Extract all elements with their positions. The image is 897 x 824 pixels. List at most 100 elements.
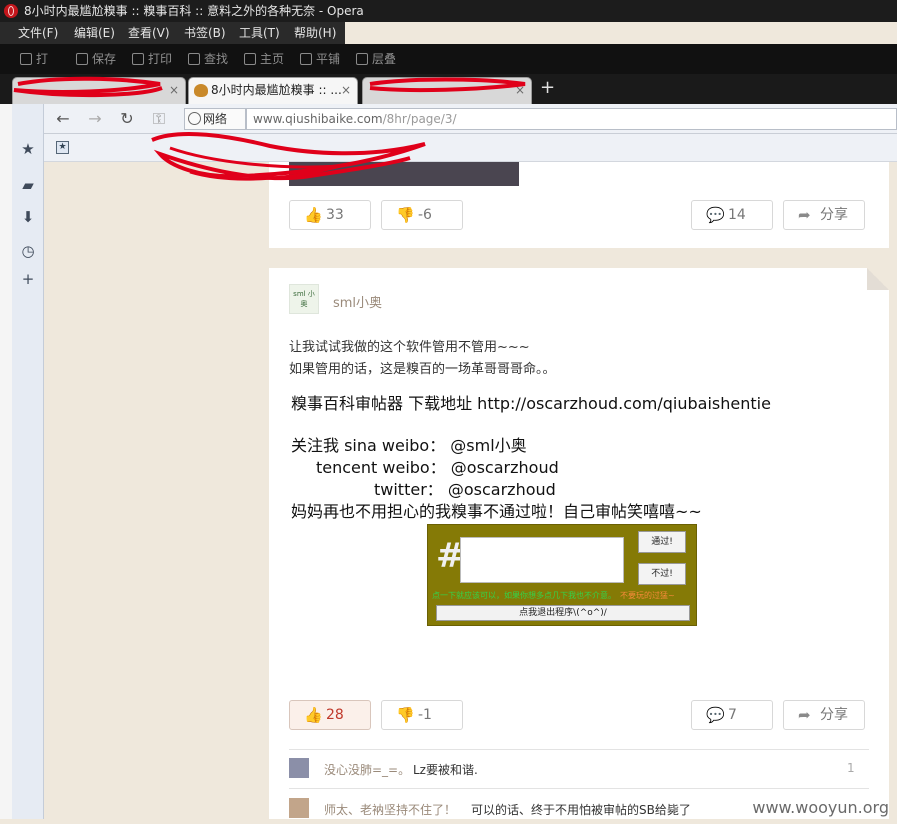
address-field[interactable]: www.qiushibaike.com/8hr/page/3/ [246, 108, 897, 130]
tab-label: 8小时内最尴尬糗事 :: ... [211, 83, 342, 97]
bookmarks-star-icon[interactable]: ★ [19, 140, 37, 158]
thumbs-up-icon: 👍 [304, 706, 323, 724]
close-tab-icon[interactable]: × [515, 78, 525, 103]
history-clock-icon[interactable]: ◷ [19, 242, 37, 260]
wand-key-icon[interactable]: ⚿ [148, 108, 170, 130]
bookmarks-bar: ★ [44, 134, 897, 162]
post-image-text: twitter： @oscarzhoud [374, 480, 556, 499]
upvote-count: 33 [326, 207, 344, 223]
comment-author[interactable]: 没心没肺=_=。 [324, 761, 410, 778]
toolbar-home-button[interactable]: 主页 [244, 51, 284, 67]
share-label: 分享 [820, 707, 848, 723]
comment-text: 可以的话、终于不用怕被审帖的SB给毙了 [471, 803, 691, 817]
upvote-count: 28 [326, 707, 344, 723]
comments-divider [289, 749, 869, 750]
menu-bookmarks[interactable]: 书签(B) [184, 22, 226, 44]
address-path: /8hr/page/3/ [382, 112, 457, 126]
tile-icon [300, 53, 312, 65]
toolbar-cascade-label: 层叠 [372, 52, 397, 66]
post-text-line: 如果管用的话，这是糗百的一场革哥哥哥命。。 [289, 362, 556, 377]
post-author[interactable]: sml小奥 [333, 292, 382, 311]
open-icon [20, 53, 32, 65]
notes-icon[interactable]: ▰ [19, 176, 37, 194]
post-image-text: 糗事百科审帖器 下载地址 http://oscarzhoud.com/qiuba… [291, 394, 771, 413]
comment-avatar[interactable] [289, 798, 309, 818]
downvote-button[interactable]: 👎 -1 [381, 700, 463, 730]
thumbs-up-icon: 👍 [304, 206, 323, 224]
address-domain: www.qiushibaike.com [253, 112, 383, 126]
downvote-count: -6 [418, 207, 432, 223]
new-tab-button[interactable]: + [540, 77, 555, 99]
comment-count: 14 [728, 207, 746, 223]
toolbar-print-button[interactable]: 打印 [132, 51, 172, 67]
menu-file[interactable]: 文件(F) [18, 22, 58, 44]
reload-icon[interactable]: ↻ [116, 108, 138, 130]
save-icon [76, 53, 88, 65]
tab-bar: × 8小时内最尴尬糗事 :: ... × × + [0, 74, 897, 104]
app-fail-button: 不过! [638, 563, 686, 585]
post-card: sml 小奥 sml小奥 让我试试我做的这个软件管用不管用~~~ 如果管用的话，… [269, 268, 889, 819]
find-icon [188, 53, 200, 65]
share-button[interactable]: ➦ 分享 [783, 200, 865, 230]
post-image-text: 关注我 sina weibo： @sml小奥 [291, 436, 527, 455]
app-exit-button: 点我退出程序\(^o^)/ [436, 605, 690, 621]
downvote-count: -1 [418, 707, 432, 723]
comment-item: 没心没肺=_=。 Lz要被和谐. 1 [289, 758, 869, 784]
toolbar-tile-label: 平铺 [316, 52, 341, 66]
menu-edit[interactable]: 编辑(E) [74, 22, 115, 44]
app-hint: 点一下就应该可以，如果你想多点几下我也不介意。 不要玩的过猛~ [432, 590, 675, 601]
app-pass-button: 通过! [638, 531, 686, 553]
tab-qiushibaike[interactable]: 8小时内最尴尬糗事 :: ... × [188, 77, 358, 104]
security-badge[interactable]: 网络 [184, 108, 246, 130]
toolbar-find-label: 查找 [204, 52, 229, 66]
opera-logo-icon [4, 4, 18, 18]
menu-help[interactable]: 帮助(H) [294, 22, 336, 44]
post-card-previous: 👍 33 👎 -6 💬 14 ➦ 分享 [269, 162, 889, 248]
comment-avatar[interactable] [289, 758, 309, 778]
toolbar-tile-button[interactable]: 平铺 [300, 51, 340, 67]
share-button[interactable]: ➦ 分享 [783, 700, 865, 730]
menu-tools[interactable]: 工具(T) [239, 22, 280, 44]
menubar: 文件(F) 编辑(E) 查看(V) 书签(B) 工具(T) 帮助(H) [0, 22, 345, 44]
window-titlebar: 8小时内最尴尬糗事 :: 糗事百科 :: 意料之外的各种无奈 - Opera [0, 0, 897, 22]
back-arrow-icon[interactable]: ← [52, 108, 74, 130]
upvote-button-active[interactable]: 👍 28 [289, 700, 371, 730]
post-image-text: 妈妈再也不用担心的我糗事不通过啦！自己审帖笑嘻嘻~~ [291, 502, 702, 521]
comment-bubble-icon: 💬 [706, 206, 725, 224]
tab-redacted-3[interactable]: × [362, 77, 532, 104]
add-panel-icon[interactable]: + [19, 270, 37, 288]
comment-author[interactable]: 师太、老衲坚持不住了！ [324, 801, 456, 818]
toolbar-save-label: 保存 [92, 52, 117, 66]
tab-redacted-1[interactable]: × [12, 77, 186, 104]
toolbar-save-button[interactable]: 保存 [76, 51, 116, 67]
security-badge-label: 网络 [203, 112, 228, 126]
forward-arrow-icon[interactable]: → [84, 108, 106, 130]
app-hint-green: 点一下就应该可以，如果你想多点几下我也不介意。 [432, 591, 612, 600]
print-icon [132, 53, 144, 65]
close-tab-icon[interactable]: × [169, 78, 179, 103]
comment-bubble-icon: 💬 [706, 706, 725, 724]
bookmark-item-icon[interactable]: ★ [56, 141, 69, 154]
menu-view[interactable]: 查看(V) [128, 22, 170, 44]
page-fold-corner [867, 268, 889, 290]
main-toolbar: 打 保存 打印 查找 主页 平铺 层叠 [0, 44, 897, 74]
toolbar-find-button[interactable]: 查找 [188, 51, 228, 67]
reviewer-app-screenshot: # 通过! 不过! 点一下就应该可以，如果你想多点几下我也不介意。 不要玩的过猛… [427, 524, 697, 626]
comment-floor: 1 [847, 761, 855, 775]
app-hint-orange: 不要玩的过猛~ [620, 591, 675, 600]
close-tab-icon[interactable]: × [341, 78, 351, 103]
cascade-icon [356, 53, 368, 65]
upvote-button[interactable]: 👍 33 [289, 200, 371, 230]
toolbar-cascade-button[interactable]: 层叠 [356, 51, 396, 67]
comments-button[interactable]: 💬 14 [691, 200, 773, 230]
post-text-line: 让我试试我做的这个软件管用不管用~~~ [289, 340, 530, 355]
globe-icon [188, 112, 201, 125]
downloads-icon[interactable]: ⬇ [19, 208, 37, 226]
toolbar-open-button[interactable]: 打 [20, 51, 48, 67]
sidebar-panel: ★ ▰ ⬇ ◷ + [12, 104, 44, 819]
toolbar-open-label: 打 [36, 52, 49, 66]
comments-button[interactable]: 💬 7 [691, 700, 773, 730]
avatar[interactable]: sml 小奥 [289, 284, 319, 314]
downvote-button[interactable]: 👎 -6 [381, 200, 463, 230]
post-image-text: tencent weibo： @oscarzhoud [316, 458, 559, 477]
